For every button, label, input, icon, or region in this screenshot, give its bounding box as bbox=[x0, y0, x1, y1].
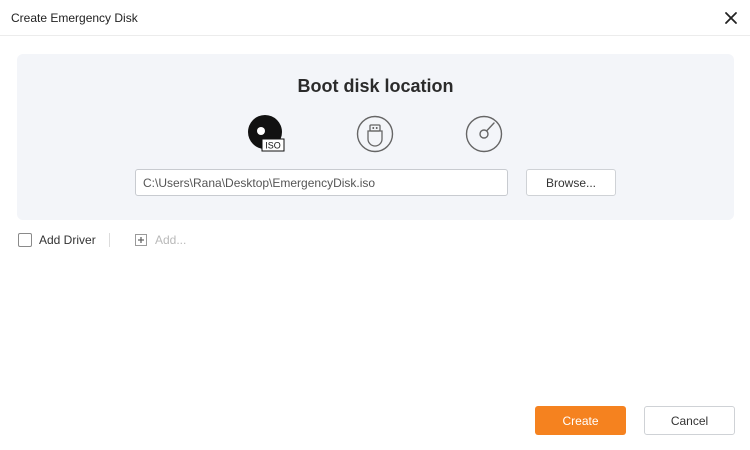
divider bbox=[109, 233, 110, 247]
iso-option[interactable]: ISO bbox=[246, 114, 286, 154]
boot-location-panel: Boot disk location ISO Browse... bbox=[17, 54, 734, 220]
usb-option[interactable] bbox=[355, 114, 395, 154]
usb-drive-icon bbox=[356, 115, 394, 153]
add-driver-link[interactable]: Add... bbox=[155, 233, 186, 247]
cd-option[interactable] bbox=[464, 114, 504, 154]
close-icon[interactable] bbox=[722, 9, 740, 27]
iso-disc-icon: ISO bbox=[248, 115, 285, 152]
title-bar: Create Emergency Disk bbox=[0, 0, 750, 36]
boot-path-input[interactable] bbox=[135, 169, 508, 196]
add-driver-label[interactable]: Add Driver bbox=[39, 233, 96, 247]
plus-icon[interactable] bbox=[135, 233, 147, 246]
boot-location-heading: Boot disk location bbox=[297, 76, 454, 96]
cancel-button[interactable]: Cancel bbox=[644, 406, 735, 435]
cd-disc-icon bbox=[465, 115, 503, 153]
browse-button[interactable]: Browse... bbox=[526, 169, 616, 196]
iso-badge: ISO bbox=[265, 141, 281, 151]
create-button[interactable]: Create bbox=[535, 406, 626, 435]
window-title: Create Emergency Disk bbox=[11, 11, 138, 25]
add-driver-checkbox[interactable] bbox=[18, 233, 32, 247]
